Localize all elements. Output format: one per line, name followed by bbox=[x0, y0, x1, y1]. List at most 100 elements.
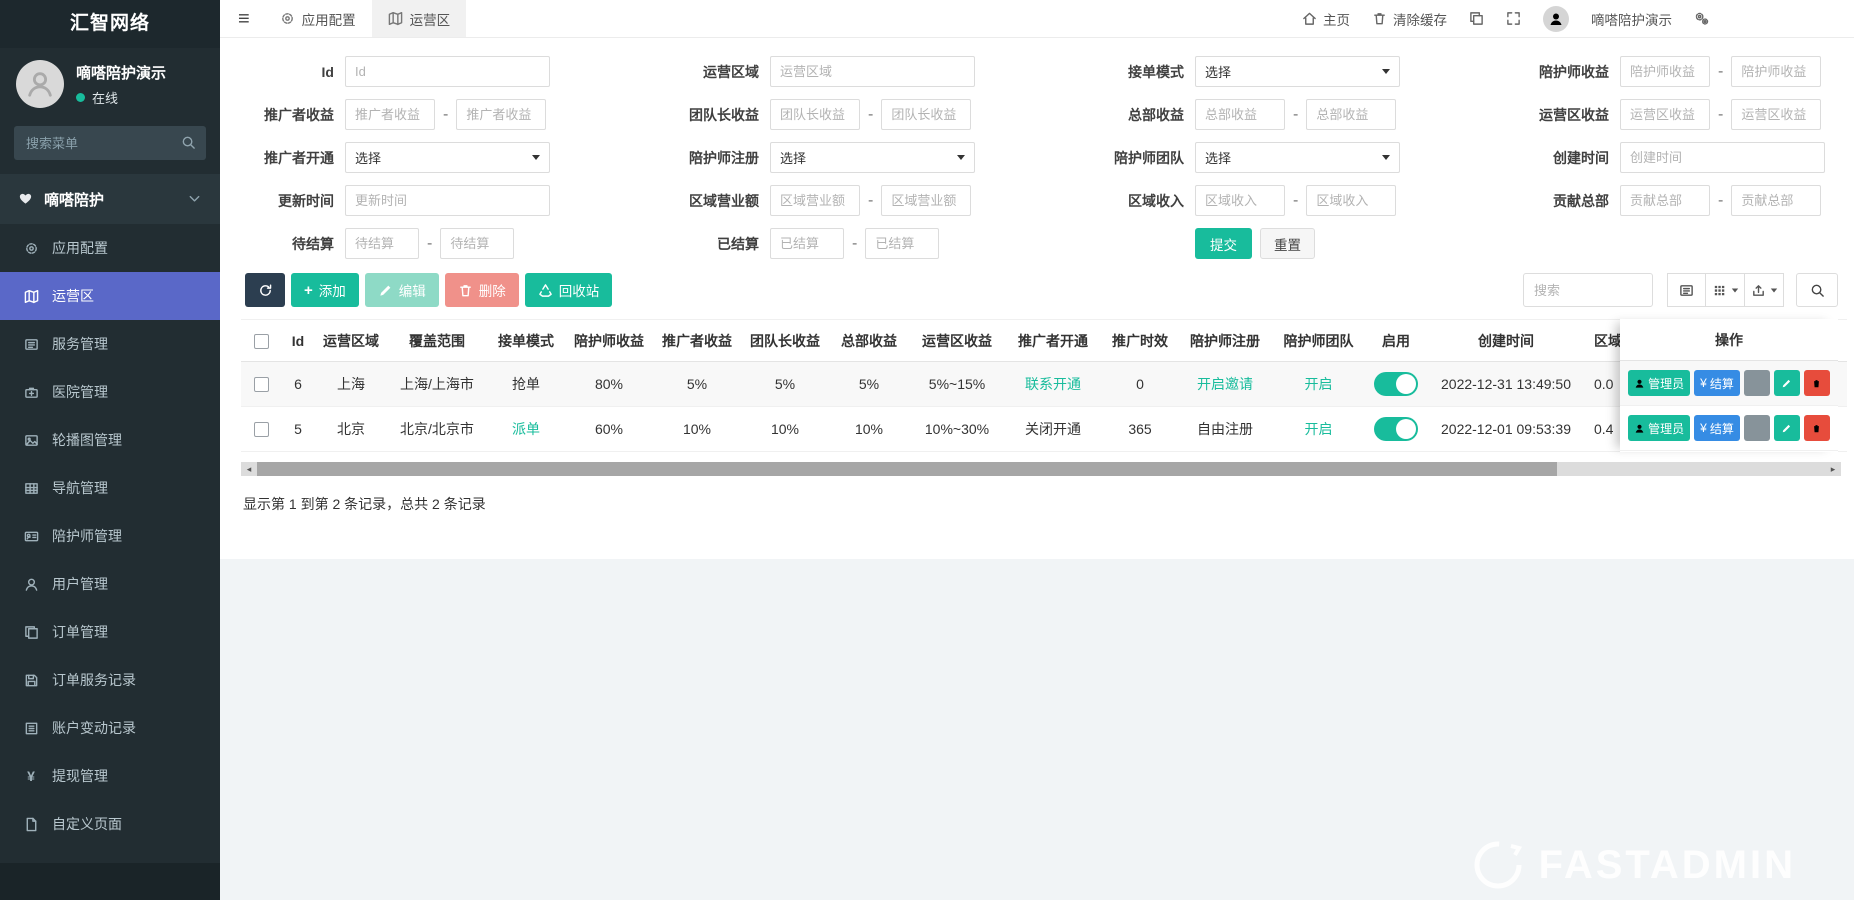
filter-hq-income-max[interactable] bbox=[1306, 99, 1396, 130]
menu-search-input[interactable] bbox=[14, 126, 206, 160]
col-escort-income[interactable]: 陪护师收益 bbox=[565, 320, 653, 362]
export-dropdown-button[interactable] bbox=[1745, 273, 1784, 307]
filter-settled-min[interactable] bbox=[770, 228, 844, 259]
filter-oparea-income-min[interactable] bbox=[1620, 99, 1710, 130]
settings-button[interactable] bbox=[1694, 11, 1709, 26]
sidebar-item-app-config[interactable]: 应用配置 bbox=[0, 224, 220, 272]
filter-oparea-income-max[interactable] bbox=[1731, 99, 1821, 130]
tab-operating-area[interactable]: 运营区 bbox=[372, 0, 467, 37]
row-edit-button[interactable] bbox=[1774, 415, 1800, 441]
filter-leader-income-min[interactable] bbox=[770, 99, 860, 130]
sidebar-section-peihu[interactable]: 嘀嗒陪护 bbox=[0, 174, 220, 224]
search-toggle-button[interactable] bbox=[1796, 273, 1838, 307]
scroll-left-arrow[interactable]: ◂ bbox=[241, 462, 257, 476]
escort-team-value[interactable]: 开启 bbox=[1271, 362, 1366, 407]
add-button[interactable]: +添加 bbox=[291, 273, 359, 307]
admin-button[interactable]: 管理员 bbox=[1628, 415, 1690, 441]
sidebar-item-service-mgmt[interactable]: 服务管理 bbox=[0, 320, 220, 368]
filter-select-escort-register[interactable]: 选择 bbox=[770, 142, 975, 173]
sidebar-item-nav-mgmt[interactable]: 导航管理 bbox=[0, 464, 220, 512]
col-create-time[interactable]: 创建时间 bbox=[1426, 320, 1586, 362]
sidebar-item-operating-area[interactable]: 运营区 bbox=[0, 272, 220, 320]
enable-toggle[interactable] bbox=[1374, 417, 1418, 441]
filter-input-update-time[interactable] bbox=[345, 185, 550, 216]
filter-region-revenue-max[interactable] bbox=[1306, 185, 1396, 216]
columns-dropdown-button[interactable] bbox=[1706, 273, 1745, 307]
filter-pending-settle-min[interactable] bbox=[345, 228, 419, 259]
promoter-open-value[interactable]: 联系开通 bbox=[1005, 362, 1101, 407]
escort-register-value[interactable]: 自由注册 bbox=[1179, 407, 1271, 452]
hamburger-icon[interactable]: ≡ bbox=[238, 9, 250, 29]
sidebar-item-order-mgmt[interactable]: 订单管理 bbox=[0, 608, 220, 656]
filter-input-id[interactable] bbox=[345, 56, 550, 87]
filter-promoter-income-max[interactable] bbox=[456, 99, 546, 130]
col-promo-validity[interactable]: 推广时效 bbox=[1101, 320, 1179, 362]
drag-sort-button[interactable] bbox=[1744, 370, 1770, 396]
order-mode-value[interactable]: 派单 bbox=[487, 407, 565, 452]
sidebar-item-account-change-log[interactable]: 账户变动记录 bbox=[0, 704, 220, 752]
filter-contribute-hq-min[interactable] bbox=[1620, 185, 1710, 216]
escort-register-value[interactable]: 开启邀请 bbox=[1179, 362, 1271, 407]
col-promoter-open[interactable]: 推广者开通 bbox=[1005, 320, 1101, 362]
row-edit-button[interactable] bbox=[1774, 370, 1800, 396]
reset-button[interactable]: 重置 bbox=[1260, 228, 1315, 259]
filter-select-order-mode[interactable]: 选择 bbox=[1195, 56, 1400, 87]
filter-input-create-time[interactable] bbox=[1620, 142, 1825, 173]
filter-hq-income-min[interactable] bbox=[1195, 99, 1285, 130]
filter-contribute-hq-max[interactable] bbox=[1731, 185, 1821, 216]
filter-region-revenue-min[interactable] bbox=[1195, 185, 1285, 216]
sidebar-item-custom-page[interactable]: 自定义页面 bbox=[0, 800, 220, 848]
settle-button[interactable]: ¥结算 bbox=[1694, 415, 1740, 441]
col-hq-income[interactable]: 总部收益 bbox=[829, 320, 909, 362]
sidebar-item-user-mgmt[interactable]: 用户管理 bbox=[0, 560, 220, 608]
col-region[interactable]: 运营区域 bbox=[315, 320, 387, 362]
filter-promoter-income-min[interactable] bbox=[345, 99, 435, 130]
filter-input-region[interactable] bbox=[770, 56, 975, 87]
drag-sort-button[interactable] bbox=[1744, 415, 1770, 441]
promoter-open-value[interactable]: 关闭开通 bbox=[1005, 407, 1101, 452]
row-checkbox[interactable] bbox=[254, 377, 269, 392]
sidebar-item-order-service-log[interactable]: 订单服务记录 bbox=[0, 656, 220, 704]
row-delete-button[interactable] bbox=[1804, 370, 1830, 396]
filter-leader-income-max[interactable] bbox=[881, 99, 971, 130]
tab-app-config[interactable]: 应用配置 bbox=[264, 0, 372, 37]
sidebar-item-withdraw-mgmt[interactable]: ¥提现管理 bbox=[0, 752, 220, 800]
filter-region-turnover-max[interactable] bbox=[881, 185, 971, 216]
scrollbar-thumb[interactable] bbox=[257, 462, 1557, 476]
enable-toggle[interactable] bbox=[1374, 372, 1418, 396]
detail-view-button[interactable] bbox=[1667, 273, 1706, 307]
filter-settled-max[interactable] bbox=[865, 228, 939, 259]
recycle-bin-button[interactable]: 回收站 bbox=[525, 273, 613, 307]
scroll-right-arrow[interactable]: ▸ bbox=[1825, 462, 1841, 476]
col-leader-income[interactable]: 团队长收益 bbox=[741, 320, 829, 362]
multi-tab-toggle[interactable] bbox=[1469, 11, 1484, 26]
filter-select-promoter-open[interactable]: 选择 bbox=[345, 142, 550, 173]
refresh-button[interactable] bbox=[245, 273, 285, 307]
table-search-input[interactable] bbox=[1523, 273, 1653, 307]
col-escort-team[interactable]: 陪护师团队 bbox=[1271, 320, 1366, 362]
col-enabled[interactable]: 启用 bbox=[1366, 320, 1426, 362]
home-link[interactable]: 主页 bbox=[1302, 9, 1350, 29]
col-coverage[interactable]: 覆盖范围 bbox=[387, 320, 487, 362]
select-all-checkbox[interactable] bbox=[254, 334, 269, 349]
settle-button[interactable]: ¥结算 bbox=[1694, 370, 1740, 396]
clear-cache-link[interactable]: 清除缓存 bbox=[1372, 9, 1447, 29]
col-id[interactable]: Id bbox=[281, 320, 315, 362]
admin-button[interactable]: 管理员 bbox=[1628, 370, 1690, 396]
scrollbar-track[interactable] bbox=[1557, 462, 1825, 476]
filter-select-escort-team[interactable]: 选择 bbox=[1195, 142, 1400, 173]
escort-team-value[interactable]: 开启 bbox=[1271, 407, 1366, 452]
filter-escort-income-max[interactable] bbox=[1731, 56, 1821, 87]
sidebar-item-hospital-mgmt[interactable]: 医院管理 bbox=[0, 368, 220, 416]
col-oparea-income[interactable]: 运营区收益 bbox=[909, 320, 1005, 362]
delete-button[interactable]: 删除 bbox=[445, 273, 519, 307]
col-escort-register[interactable]: 陪护师注册 bbox=[1179, 320, 1271, 362]
navbar-user-menu[interactable]: 嘀嗒陪护演示 bbox=[1591, 9, 1672, 29]
order-mode-value[interactable]: 抢单 bbox=[487, 362, 565, 407]
sidebar-item-carousel-mgmt[interactable]: 轮播图管理 bbox=[0, 416, 220, 464]
edit-button[interactable]: 编辑 bbox=[365, 273, 439, 307]
col-order-mode[interactable]: 接单模式 bbox=[487, 320, 565, 362]
filter-pending-settle-max[interactable] bbox=[440, 228, 514, 259]
col-promoter-income[interactable]: 推广者收益 bbox=[653, 320, 741, 362]
row-delete-button[interactable] bbox=[1804, 415, 1830, 441]
